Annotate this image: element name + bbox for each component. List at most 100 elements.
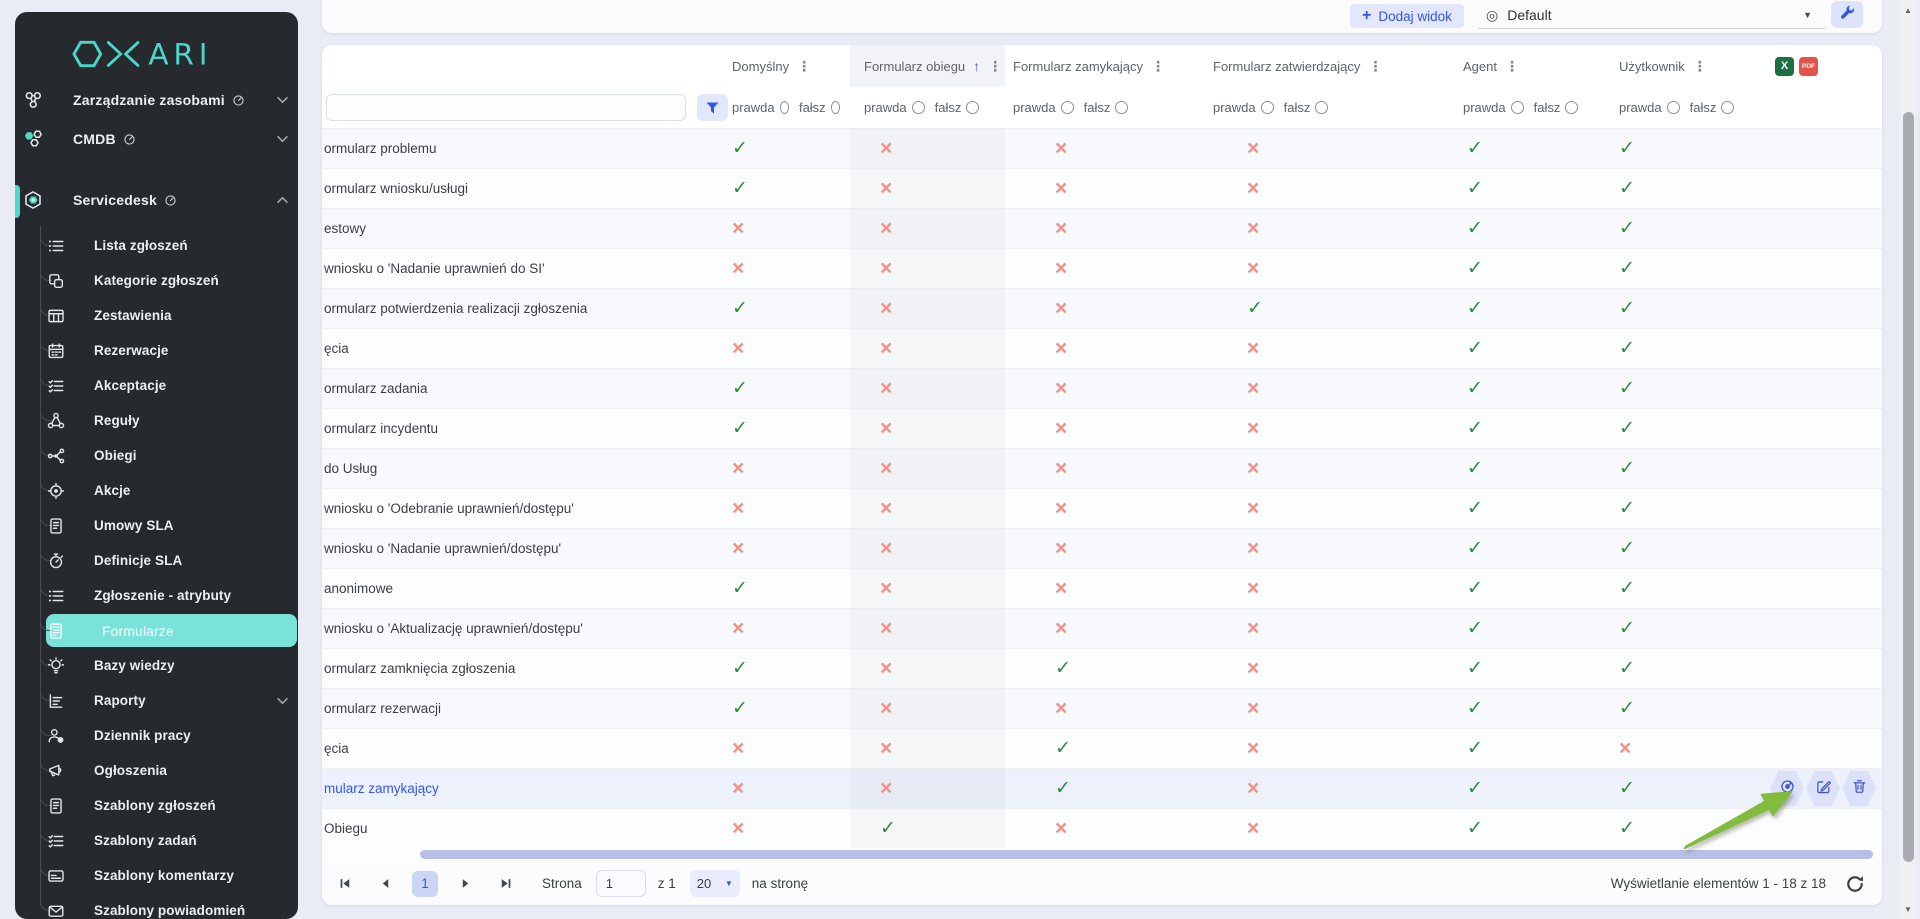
table-row[interactable]: wniosku o 'Nadanie uprawnień do SI'××××✓… <box>322 248 1882 288</box>
sidebar-item-akcje[interactable]: Akcje <box>15 473 298 508</box>
filter-false-radio[interactable] <box>1721 101 1734 114</box>
sidebar-item-zgłoszenie-atrybuty[interactable]: Zgłoszenie - atrybuty <box>15 578 298 613</box>
first-page-button[interactable] <box>332 871 358 897</box>
scroll-up-arrow[interactable]: ▲ <box>1900 2 1916 18</box>
page-1-button[interactable]: 1 <box>412 871 438 897</box>
sidebar-item-rezerwacje[interactable]: Rezerwacje <box>15 333 298 368</box>
column-header-użytkownik[interactable]: Użytkownik⋮ <box>1605 45 1765 87</box>
scroll-down-arrow[interactable]: ▼ <box>1900 901 1916 917</box>
column-menu-icon[interactable]: ⋮ <box>1151 58 1165 75</box>
table-row[interactable]: ęcia××××✓✓ <box>322 328 1882 368</box>
table-row[interactable]: ormularz rezerwacji✓×××✓✓ <box>322 688 1882 728</box>
table-row[interactable]: ormularz incydentu✓×××✓✓ <box>322 408 1882 448</box>
column-menu-icon[interactable]: ⋮ <box>1693 58 1707 75</box>
bool-cell: ✓ <box>1445 809 1605 848</box>
sidebar-item-zestawienia[interactable]: Zestawienia <box>15 298 298 333</box>
vertical-scrollbar-thumb[interactable] <box>1903 112 1914 862</box>
bool-cell: × <box>1205 649 1445 688</box>
table-row[interactable]: anonimowe✓×××✓✓ <box>322 568 1882 608</box>
sidebar-item-kategorie-zgłoszeń[interactable]: Kategorie zgłoszeń <box>15 263 298 298</box>
table-row[interactable]: ęcia××✓×✓× <box>322 728 1882 768</box>
table-row[interactable]: Obiegu×✓××✓✓ <box>322 808 1882 848</box>
sidebar-item-akceptacje[interactable]: Akceptacje <box>15 368 298 403</box>
table-row[interactable]: estowy××××✓✓ <box>322 208 1882 248</box>
settings-wrench-button[interactable] <box>1831 1 1863 28</box>
sidebar-item-lista-zgłoszeń[interactable]: Lista zgłoszeń <box>15 228 298 263</box>
sidebar-item-label: Zgłoszenie - atrybuty <box>94 588 231 603</box>
sidebar-item-bazy-wiedzy[interactable]: Bazy wiedzy <box>15 648 298 683</box>
sidebar-section-zarz-dzanie-zasobami[interactable]: Zarządzanie zasobami <box>15 82 298 118</box>
bool-cell: ✓ <box>1605 489 1765 528</box>
table-row[interactable]: mularz zamykający××✓×✓✓ <box>322 768 1882 808</box>
column-header-formularz-obiegu[interactable]: Formularz obiegu↑⋮ <box>850 45 1005 87</box>
table-row[interactable]: ormularz problemu✓×××✓✓ <box>322 128 1882 168</box>
page-size-select[interactable]: 20 ▼ <box>690 870 740 897</box>
column-header-domyślny[interactable]: Domyślny⋮ <box>690 45 850 87</box>
export-pdf-icon[interactable]: PDF <box>1799 57 1818 76</box>
view-selector[interactable]: ◎ Default ▼ <box>1478 2 1826 29</box>
sidebar-item-szablony-zadań[interactable]: Szablony zadań <box>15 823 298 858</box>
column-header-formularz-zamykający[interactable]: Formularz zamykający⋮ <box>1005 45 1205 87</box>
last-page-button[interactable] <box>492 871 518 897</box>
delete-button[interactable] <box>1842 770 1876 807</box>
sidebar-item-dziennik-pracy[interactable]: Dziennik pracy <box>15 718 298 753</box>
export-excel-icon[interactable]: X <box>1775 57 1794 76</box>
bool-cell: ✓ <box>1445 329 1605 368</box>
sidebar-item-raporty[interactable]: Raporty <box>15 683 298 718</box>
column-menu-icon[interactable]: ⋮ <box>1368 58 1382 75</box>
sidebar-item-formularze[interactable]: Formularze <box>15 613 298 648</box>
filter-true-radio[interactable] <box>1511 101 1524 114</box>
filter-true-radio[interactable] <box>1261 101 1274 114</box>
prev-page-button[interactable] <box>372 871 398 897</box>
sidebar-item-szablony-zgłoszeń[interactable]: Szablony zgłoszeń <box>15 788 298 823</box>
sidebar-item-reguły[interactable]: Reguły <box>15 403 298 438</box>
table-row[interactable]: ormularz potwierdzenia realizacji zgłosz… <box>322 288 1882 328</box>
filter-true-radio[interactable] <box>1061 101 1074 114</box>
table-row[interactable]: wniosku o 'Aktualizację uprawnień/dostęp… <box>322 608 1882 648</box>
preview-button[interactable] <box>1770 770 1804 807</box>
table-row[interactable]: wniosku o 'Nadanie uprawnień/dostępu'×××… <box>322 528 1882 568</box>
table-row[interactable]: ormularz zadania✓×××✓✓ <box>322 368 1882 408</box>
filter-false-radio[interactable] <box>1315 101 1328 114</box>
column-menu-icon[interactable]: ⋮ <box>1505 58 1519 75</box>
column-header-agent[interactable]: Agent⋮ <box>1445 45 1605 87</box>
table-row[interactable]: ormularz wniosku/usługi✓×××✓✓ <box>322 168 1882 208</box>
filter-true-radio[interactable] <box>780 101 789 114</box>
column-menu-icon[interactable]: ⋮ <box>988 58 1002 75</box>
table-row[interactable]: ormularz zamknięcia zgłoszenia✓×✓×✓✓ <box>322 648 1882 688</box>
name-filter-input[interactable] <box>326 94 686 121</box>
row-name-cell[interactable]: mularz zamykający <box>322 769 690 808</box>
filter-false-radio[interactable] <box>831 101 840 114</box>
sidebar-item-ogłoszenia[interactable]: Ogłoszenia <box>15 753 298 788</box>
check-icon: ✓ <box>1467 377 1483 400</box>
filter-true-radio[interactable] <box>1667 101 1680 114</box>
check-icon: ✓ <box>1467 497 1483 520</box>
horizontal-scrollbar-thumb[interactable] <box>420 850 1873 859</box>
sidebar-item-definicje-sla[interactable]: Definicje SLA <box>15 543 298 578</box>
sidebar-item-umowy-sla[interactable]: Umowy SLA <box>15 508 298 543</box>
filter-false-radio[interactable] <box>1565 101 1578 114</box>
sidebar-item-obiegi[interactable]: Obiegi <box>15 438 298 473</box>
sidebar-item-szablony-powiadomień[interactable]: Szablony powiadomień <box>15 893 298 919</box>
next-page-button[interactable] <box>452 871 478 897</box>
add-view-button[interactable]: + Dodaj widok <box>1350 4 1464 28</box>
sidebar-section-cmdb[interactable]: CMDB <box>15 121 298 157</box>
column-header-formularz-zatwierdzający[interactable]: Formularz zatwierdzający⋮ <box>1205 45 1445 87</box>
page-number-input[interactable] <box>596 870 646 897</box>
filter-false-radio[interactable] <box>1115 101 1128 114</box>
cmdb-icon <box>23 128 45 150</box>
filter-true-radio[interactable] <box>912 101 925 114</box>
refresh-button[interactable] <box>1844 873 1866 895</box>
forms-table-card: Domyślny⋮Formularz obiegu↑⋮Formularz zam… <box>322 45 1882 905</box>
sidebar-section-servicedesk[interactable]: Servicedesk <box>15 182 298 218</box>
filter-false-radio[interactable] <box>966 101 979 114</box>
edit-button[interactable] <box>1806 770 1840 807</box>
row-name-cell: wniosku o 'Nadanie uprawnień/dostępu' <box>322 529 690 568</box>
column-menu-icon[interactable]: ⋮ <box>797 58 811 75</box>
table-row[interactable]: do Usług××××✓✓ <box>322 448 1882 488</box>
bool-cell: ✓ <box>1605 289 1765 328</box>
table-row[interactable]: wniosku o 'Odebranie uprawnień/dostępu'×… <box>322 488 1882 528</box>
filter-funnel-button[interactable] <box>697 94 728 121</box>
cross-icon: × <box>1619 737 1631 761</box>
sidebar-item-szablony-komentarzy[interactable]: Szablony komentarzy <box>15 858 298 893</box>
